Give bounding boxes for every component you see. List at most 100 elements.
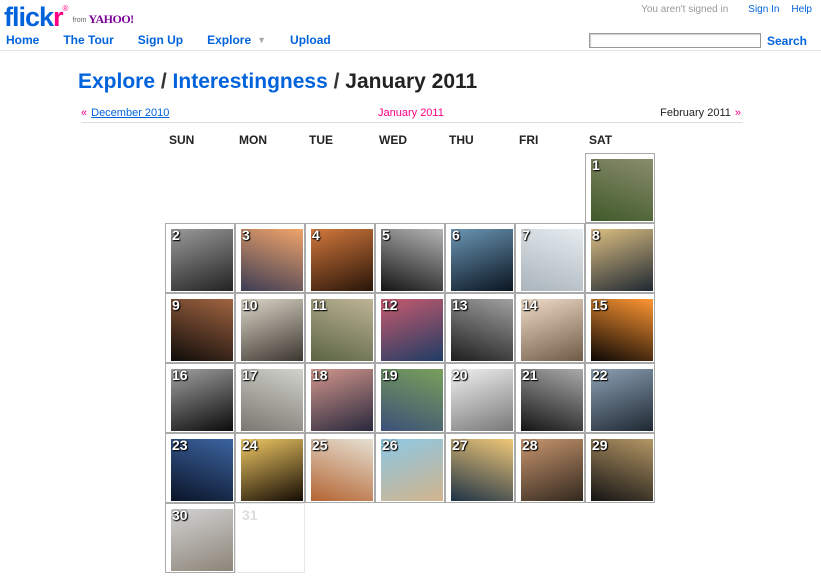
calendar-day-cell[interactable]: 11 (305, 293, 375, 363)
day-number: 2 (172, 227, 180, 243)
day-number: 21 (522, 367, 538, 383)
breadcrumb-explore[interactable]: Explore (78, 70, 155, 93)
nav-sign-up[interactable]: Sign Up (138, 33, 183, 47)
calendar-day-cell[interactable]: 17 (235, 363, 305, 433)
calendar-day-cell[interactable]: 22 (585, 363, 655, 433)
calendar-day-cell[interactable]: 6 (445, 223, 515, 293)
calendar-day-cell[interactable]: 29 (585, 433, 655, 503)
search-button[interactable]: Search (767, 34, 807, 48)
calendar-day-cell[interactable]: 28 (515, 433, 585, 503)
weekday-sat: SAT (589, 133, 613, 147)
calendar-day-cell[interactable]: 4 (305, 223, 375, 293)
nav-upload[interactable]: Upload (290, 33, 331, 47)
yahoo-logo: YAHOO! (88, 12, 134, 26)
next-month[interactable]: February 2011» (660, 107, 741, 119)
calendar-day-cell[interactable]: 7 (515, 223, 585, 293)
weekday-header: SUN MON TUE WED THU FRI SAT (165, 133, 655, 153)
calendar-empty-cell (445, 153, 515, 223)
calendar-day-cell[interactable]: 25 (305, 433, 375, 503)
day-number: 7 (522, 227, 530, 243)
calendar-day-cell[interactable]: 3 (235, 223, 305, 293)
calendar-day-cell[interactable]: 16 (165, 363, 235, 433)
day-number: 23 (172, 437, 188, 453)
search-input[interactable] (588, 33, 761, 48)
nav-divider (0, 50, 821, 51)
calendar-empty-cell (305, 153, 375, 223)
day-number: 25 (312, 437, 328, 453)
calendar-day-cell[interactable]: 27 (445, 433, 515, 503)
day-number: 15 (592, 297, 608, 313)
calendar-grid: 1 2 3 4 5 6 7 8 9 10 11 12 13 14 15 16 17 18 19 20 21 22 23 24 2… (165, 153, 655, 573)
calendar-day-cell[interactable]: 21 (515, 363, 585, 433)
calendar-day-cell[interactable]: 20 (445, 363, 515, 433)
day-number: 29 (592, 437, 608, 453)
nav-explore-label: Explore (207, 33, 252, 47)
day-number: 12 (382, 297, 398, 313)
day-number: 3 (242, 227, 250, 243)
help-link[interactable]: Help (791, 4, 812, 15)
day-number: 20 (452, 367, 468, 383)
day-number: 9 (172, 297, 180, 313)
weekday-sun: SUN (169, 133, 195, 147)
day-number: 18 (312, 367, 328, 383)
day-number: 24 (242, 437, 258, 453)
photo-thumbnail[interactable] (311, 229, 373, 291)
day-number: 31 (242, 507, 258, 523)
calendar-day-cell[interactable]: 8 (585, 223, 655, 293)
weekday-thu: THU (449, 133, 474, 147)
day-number: 26 (382, 437, 398, 453)
photo-thumbnail[interactable] (171, 299, 233, 361)
calendar-day-cell[interactable]: 14 (515, 293, 585, 363)
calendar-empty-cell (235, 153, 305, 223)
photo-thumbnail[interactable] (381, 229, 443, 291)
signin-status: You aren't signed in (641, 4, 729, 15)
breadcrumb-interestingness[interactable]: Interestingness (173, 70, 328, 93)
sign-in-link[interactable]: Sign In (748, 4, 779, 15)
day-number: 16 (172, 367, 188, 383)
calendar-day-cell[interactable]: 2 (165, 223, 235, 293)
nav-the-tour[interactable]: The Tour (63, 33, 113, 47)
calendar-day-cell[interactable]: 5 (375, 223, 445, 293)
calendar-day-cell[interactable]: 19 (375, 363, 445, 433)
logo-from: from (72, 17, 87, 24)
dropdown-caret-icon[interactable]: ▼ (257, 35, 266, 45)
calendar-day-cell[interactable]: 15 (585, 293, 655, 363)
day-number: 14 (522, 297, 538, 313)
main-nav: Home The Tour Sign Up Explore ▼ Upload (6, 33, 355, 47)
calendar-day-cell[interactable]: 13 (445, 293, 515, 363)
nav-explore[interactable]: Explore ▼ (207, 33, 266, 47)
weekday-fri: FRI (519, 133, 539, 147)
calendar-empty-cell (375, 153, 445, 223)
next-arrow-icon: » (734, 107, 741, 119)
calendar-day-cell[interactable]: 1 (585, 153, 655, 223)
photo-thumbnail[interactable] (451, 229, 513, 291)
prev-month-link[interactable]: December 2010 (91, 107, 169, 119)
prev-month[interactable]: «December 2010 (81, 107, 169, 119)
photo-thumbnail[interactable] (591, 229, 653, 291)
day-number: 17 (242, 367, 258, 383)
page-title: Explore / Interestingness / January 2011 (78, 70, 477, 94)
day-number: 8 (592, 227, 600, 243)
calendar-day-cell[interactable]: 10 (235, 293, 305, 363)
calendar-empty-cell (165, 153, 235, 223)
calendar-day-cell[interactable]: 30 (165, 503, 235, 573)
day-number: 13 (452, 297, 468, 313)
flickr-logo[interactable]: flickr ® from YAHOO! (4, 2, 134, 31)
photo-thumbnail[interactable] (591, 159, 653, 221)
photo-thumbnail[interactable] (521, 229, 583, 291)
calendar-day-cell[interactable]: 24 (235, 433, 305, 503)
calendar-day-cell[interactable]: 23 (165, 433, 235, 503)
calendar-day-cell[interactable]: 18 (305, 363, 375, 433)
day-number: 27 (452, 437, 468, 453)
calendar-day-cell[interactable]: 12 (375, 293, 445, 363)
breadcrumb-separator: / (327, 70, 346, 93)
calendar-day-cell-empty: 31 (235, 503, 305, 573)
photo-thumbnail[interactable] (171, 229, 233, 291)
next-month-link[interactable]: February 2011 (660, 107, 731, 119)
photo-thumbnail[interactable] (241, 229, 303, 291)
day-number: 4 (312, 227, 320, 243)
nav-home[interactable]: Home (6, 33, 39, 47)
day-number: 1 (592, 157, 600, 173)
calendar-day-cell[interactable]: 9 (165, 293, 235, 363)
calendar-day-cell[interactable]: 26 (375, 433, 445, 503)
